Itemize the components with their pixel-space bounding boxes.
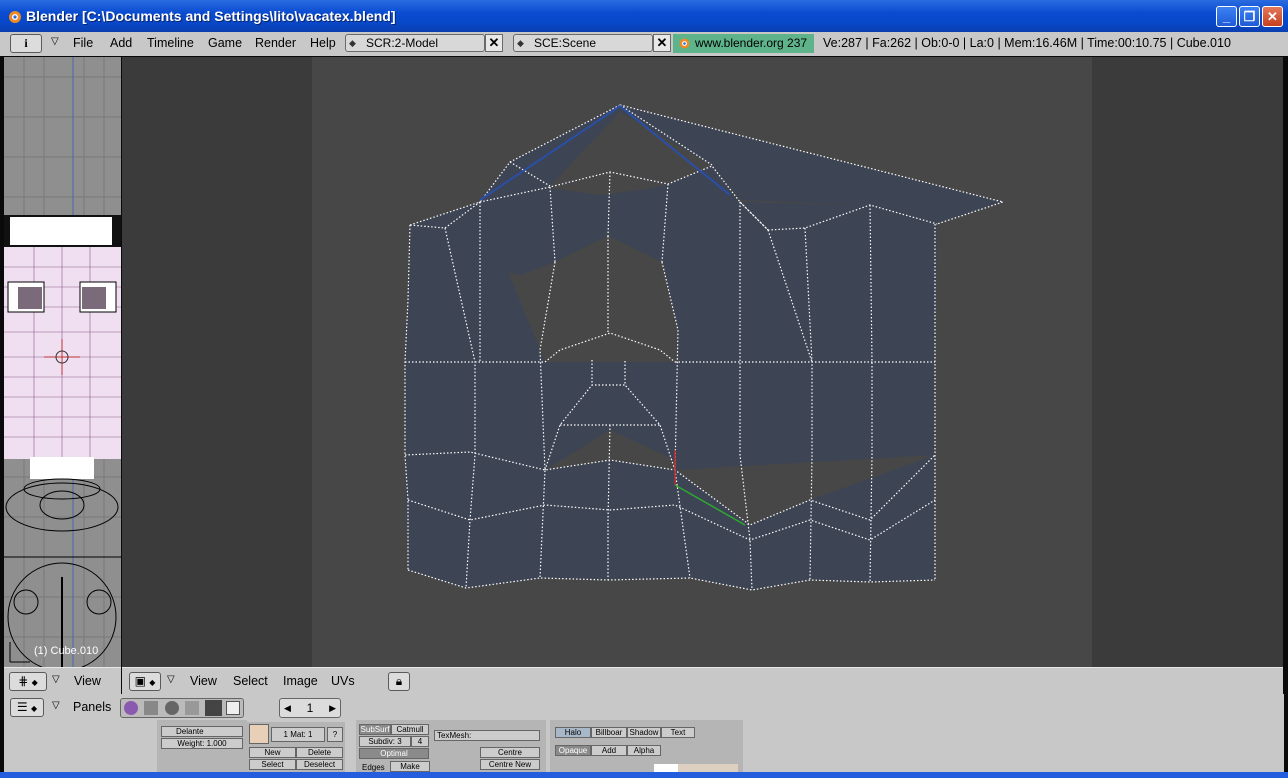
editor-type-uv-button[interactable]: ▣ ◆: [129, 672, 161, 691]
add-toggle[interactable]: Add: [591, 745, 627, 756]
left-arrow-icon: ◀: [284, 703, 291, 713]
subsurf-type-select[interactable]: Catmull: [391, 724, 429, 735]
link-materials-panel: Delante Weight: 1.000: [157, 720, 247, 772]
uv-menu-view[interactable]: View: [190, 674, 217, 688]
object-context-icon[interactable]: [185, 701, 199, 715]
centre-button[interactable]: Centre: [480, 747, 540, 758]
buttons-header: ☰ ◆ ▽ Panels ◀ 1 ▶: [4, 694, 1284, 721]
shading-context-icon[interactable]: [165, 701, 179, 715]
mesh-panel: SubSurf Catmull Subdiv: 3 4 Optimal Edge…: [356, 720, 546, 772]
left-view-menu[interactable]: View: [74, 674, 101, 688]
opaque-toggle[interactable]: Opaque: [555, 745, 591, 756]
vertex-group-select[interactable]: Delante: [161, 726, 243, 737]
frame-number-field[interactable]: ◀ 1 ▶: [279, 698, 341, 718]
uv-editor-header: ▣ ◆ ▽ View Select Image UVs 🔒︎: [122, 667, 1283, 694]
uv-editor-icon: ▣: [134, 674, 146, 688]
lock-icon[interactable]: 🔒︎: [388, 672, 410, 691]
texmesh-field[interactable]: TexMesh:: [434, 730, 540, 741]
editor-type-buttons-button[interactable]: ☰ ◆: [10, 698, 44, 717]
texture-face-panel: Halo Billboar Shadow Text Opaque Add Alp…: [550, 720, 743, 772]
material-index-field[interactable]: 1 Mat: 1: [271, 727, 325, 742]
buttons-window-icon: ☰: [16, 700, 28, 714]
material-panel: 1 Mat: 1 ? New Delete Select Deselect: [247, 722, 345, 772]
editor-type-button[interactable]: ⋕ ◆: [9, 672, 47, 691]
billboard-toggle[interactable]: Billboar: [591, 727, 627, 738]
centre-new-button[interactable]: Centre New: [480, 759, 540, 770]
material-delete-button[interactable]: Delete: [296, 747, 343, 758]
subdiv-render-field[interactable]: 4: [411, 736, 429, 747]
edges-label: Edges: [362, 763, 385, 772]
weight-field[interactable]: Weight: 1.000: [161, 738, 243, 749]
left-viewport-header: ⋕ ◆ ▽ View: [4, 667, 121, 694]
panels-menu[interactable]: Panels: [73, 700, 111, 714]
uv-menu-select[interactable]: Select: [233, 674, 268, 688]
uv-menu-image[interactable]: Image: [283, 674, 318, 688]
uv-face: [675, 362, 935, 470]
uv-face: [405, 455, 935, 590]
header-collapse-icon[interactable]: ▽: [52, 674, 60, 685]
editing-context-icon[interactable]: [205, 700, 222, 716]
shadow-toggle[interactable]: Shadow: [627, 727, 661, 738]
subdiv-field[interactable]: Subdiv: 3: [359, 736, 411, 747]
logic-context-icon[interactable]: [124, 701, 138, 715]
vertex-color-swatch[interactable]: [678, 764, 738, 772]
header-collapse-icon[interactable]: ▽: [167, 674, 175, 685]
header-collapse-icon[interactable]: ▽: [52, 700, 60, 711]
uv-menu-uvs[interactable]: UVs: [331, 674, 355, 688]
script-context-icon[interactable]: [144, 701, 158, 715]
material-new-button[interactable]: New: [249, 747, 296, 758]
optimal-toggle[interactable]: Optimal: [359, 748, 429, 759]
uv-mesh-overlay[interactable]: [0, 0, 1288, 778]
text-toggle[interactable]: Text: [661, 727, 695, 738]
right-arrow-icon: ▶: [329, 703, 336, 713]
halo-toggle[interactable]: Halo: [555, 727, 591, 738]
subsurf-toggle[interactable]: SubSurf: [359, 724, 391, 735]
windows-taskbar: [0, 772, 1288, 778]
uv-faces: [405, 105, 1003, 590]
material-help-button[interactable]: ?: [327, 727, 343, 742]
alpha-toggle[interactable]: Alpha: [627, 745, 661, 756]
face-color-swatch[interactable]: [654, 764, 678, 772]
material-deselect-button[interactable]: Deselect: [296, 759, 343, 770]
context-buttons: [120, 698, 244, 718]
grid-icon: ⋕: [18, 674, 29, 688]
edges-make-button[interactable]: Make: [390, 761, 430, 772]
material-select-button[interactable]: Select: [249, 759, 296, 770]
material-color-swatch[interactable]: [249, 724, 269, 744]
scene-context-icon[interactable]: [226, 701, 240, 715]
